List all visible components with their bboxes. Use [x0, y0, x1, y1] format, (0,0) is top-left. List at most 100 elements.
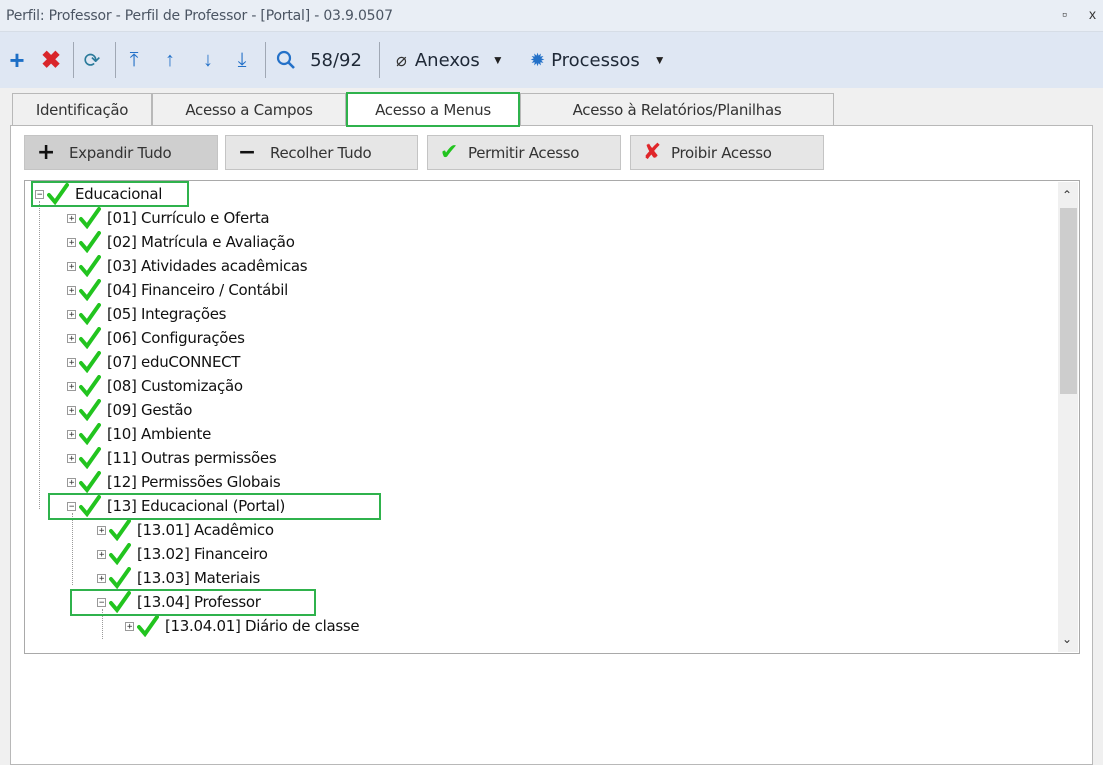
checkmark-icon — [79, 207, 101, 229]
anexos-dropdown[interactable]: ⌀ Anexos ▼ — [396, 46, 516, 74]
tree-node-label: [04] Financeiro / Contábil — [107, 281, 289, 299]
expand-toggle[interactable]: + — [125, 621, 134, 631]
tab-acesso-campos[interactable]: Acesso a Campos — [152, 93, 346, 125]
tree-node[interactable]: + [04] Financeiro / Contábil — [67, 278, 288, 302]
tree-node-label: [01] Currículo e Oferta — [107, 209, 270, 227]
menu-tree[interactable]: − Educacional + [01] Currículo e Oferta +… — [24, 180, 1080, 654]
next-record-icon[interactable]: ↓ — [198, 46, 218, 74]
checkmark-icon — [79, 399, 101, 421]
checkmark-icon: ✔ — [439, 140, 459, 165]
tree-node[interactable]: + [06] Configurações — [67, 326, 245, 350]
checkmark-icon — [79, 231, 101, 253]
tree-node[interactable]: + [05] Integrações — [67, 302, 226, 326]
tree-node[interactable]: + [11] Outras permissões — [67, 446, 277, 470]
expand-toggle[interactable]: + — [67, 261, 76, 271]
tree-node-label: [13.02] Financeiro — [137, 545, 268, 563]
processos-label: Processos — [551, 49, 640, 71]
checkmark-icon — [109, 519, 131, 541]
collapse-toggle[interactable]: − — [35, 189, 44, 199]
processos-dropdown[interactable]: ✹ Processos ▼ — [530, 46, 680, 74]
anexos-label: Anexos — [414, 49, 480, 71]
tree-connector — [72, 513, 73, 585]
tree-node[interactable]: + [10] Ambiente — [67, 422, 211, 446]
checkmark-icon — [79, 255, 101, 277]
expand-toggle[interactable]: + — [67, 309, 76, 319]
checkmark-icon — [109, 567, 131, 589]
expand-toggle[interactable]: + — [97, 525, 106, 535]
scrollbar-thumb[interactable] — [1060, 208, 1077, 394]
expand-toggle[interactable]: + — [67, 213, 76, 223]
collapse-all-button[interactable]: − Recolher Tudo — [225, 135, 418, 170]
expand-toggle[interactable]: + — [67, 453, 76, 463]
tab-strip: Identificação Acesso a Campos Acesso a M… — [0, 88, 1103, 127]
deny-access-button[interactable]: ✘ Proibir Acesso — [630, 135, 824, 170]
tree-node-portal[interactable]: − [13] Educacional (Portal) — [67, 494, 285, 518]
collapse-toggle[interactable]: − — [67, 501, 76, 511]
tree-node[interactable]: + [08] Customização — [67, 374, 243, 398]
tree-node-professor[interactable]: − [13.04] Professor — [97, 590, 261, 614]
first-record-icon[interactable]: ⤒ — [124, 46, 144, 74]
tree-node[interactable]: + [03] Atividades acadêmicas — [67, 254, 308, 278]
scroll-down-icon[interactable]: ⌄ — [1062, 632, 1072, 646]
paperclip-icon: ⌀ — [396, 49, 407, 70]
tree-node-label: [13.04] Professor — [137, 593, 261, 611]
previous-record-icon[interactable]: ↑ — [160, 46, 180, 74]
tab-identificacao[interactable]: Identificação — [12, 93, 152, 125]
tree-node-label: [12] Permissões Globais — [107, 473, 281, 491]
expand-toggle[interactable]: + — [67, 285, 76, 295]
search-icon[interactable] — [274, 46, 298, 74]
scroll-up-icon[interactable]: ⌃ — [1062, 188, 1072, 202]
expand-toggle[interactable]: + — [67, 381, 76, 391]
collapse-all-label: Recolher Tudo — [270, 143, 372, 162]
window-title: Perfil: Professor - Perfil de Professor … — [6, 8, 393, 24]
expand-toggle[interactable]: + — [97, 549, 106, 559]
expand-toggle[interactable]: + — [67, 333, 76, 343]
expand-toggle[interactable]: + — [67, 429, 76, 439]
allow-access-button[interactable]: ✔ Permitir Acesso — [427, 135, 621, 170]
expand-all-button[interactable]: + Expandir Tudo — [24, 135, 218, 170]
expand-toggle[interactable]: + — [67, 357, 76, 367]
tree-node-label: [13.03] Materiais — [137, 569, 261, 587]
tree-node-label: [10] Ambiente — [107, 425, 212, 443]
tree-node[interactable]: + [02] Matrícula e Avaliação — [67, 230, 295, 254]
checkmark-icon — [47, 183, 69, 205]
tree-node[interactable]: + [12] Permissões Globais — [67, 470, 281, 494]
tree-node-root[interactable]: − Educacional — [35, 182, 162, 206]
cross-icon: ✘ — [642, 140, 662, 165]
tree-node[interactable]: + [09] Gestão — [67, 398, 192, 422]
checkmark-icon — [79, 447, 101, 469]
toolbar-separator — [265, 42, 266, 78]
last-record-icon[interactable]: ⤓ — [232, 46, 252, 74]
refresh-icon[interactable]: ⟳ — [80, 46, 104, 74]
add-icon[interactable]: + — [6, 45, 28, 75]
maximize-button[interactable]: ▫ — [1062, 6, 1067, 22]
toolbar-separator — [73, 42, 74, 78]
close-button[interactable]: x — [1089, 6, 1096, 22]
tree-node[interactable]: + [07] eduCONNECT — [67, 350, 240, 374]
tree-connector — [39, 201, 40, 509]
chevron-down-icon: ▼ — [653, 53, 666, 67]
deny-access-label: Proibir Acesso — [671, 143, 772, 162]
expand-toggle[interactable]: + — [67, 477, 76, 487]
tree-node-label: [13] Educacional (Portal) — [107, 497, 286, 515]
vertical-scrollbar[interactable]: ⌃ ⌄ — [1058, 182, 1078, 652]
checkmark-icon — [137, 615, 159, 637]
collapse-toggle[interactable]: − — [97, 597, 106, 607]
checkmark-icon — [79, 495, 101, 517]
tree-node[interactable]: + [13.03] Materiais — [97, 566, 260, 590]
expand-toggle[interactable]: + — [67, 237, 76, 247]
tree-node-label: [13.01] Acadêmico — [137, 521, 274, 539]
tab-acesso-relatorios[interactable]: Acesso à Relatórios/Planilhas — [520, 93, 834, 125]
tree-node-label: [05] Integrações — [107, 305, 227, 323]
expand-toggle[interactable]: + — [97, 573, 106, 583]
toolbar: + ✖ ⟳ ⤒ ↑ ↓ ⤓ 58/92 ⌀ Anexos ▼ ✹ Process… — [0, 32, 1103, 88]
tree-node[interactable]: + [13.02] Financeiro — [97, 542, 268, 566]
delete-icon[interactable]: ✖ — [40, 46, 62, 74]
expand-toggle[interactable]: + — [67, 405, 76, 415]
tree-node[interactable]: + [01] Currículo e Oferta — [67, 206, 270, 230]
tab-acesso-menus[interactable]: Acesso a Menus — [346, 92, 520, 127]
checkmark-icon — [79, 351, 101, 373]
tree-node[interactable]: + [13.01] Acadêmico — [97, 518, 274, 542]
checkmark-icon — [79, 327, 101, 349]
tree-node[interactable]: + [13.04.01] Diário de classe — [125, 614, 360, 638]
